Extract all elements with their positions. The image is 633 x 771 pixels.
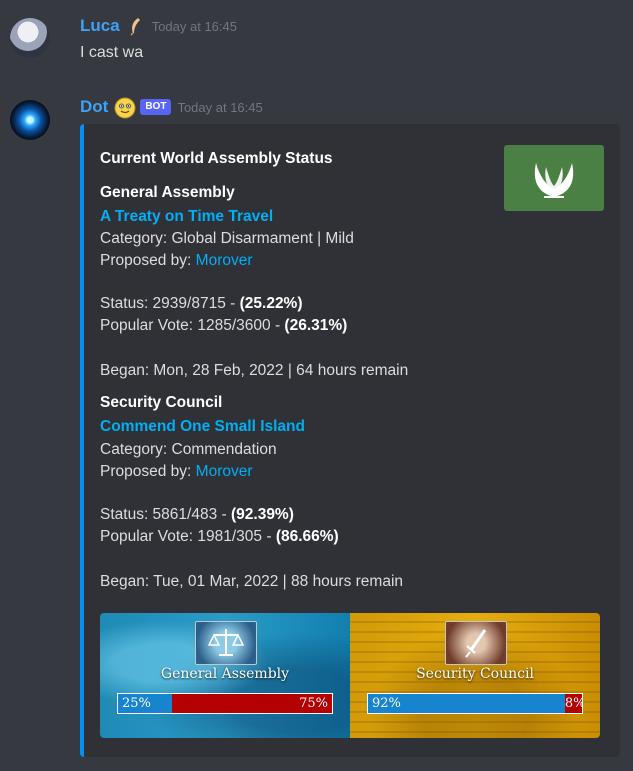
- popular-pct: (86.66%): [275, 528, 339, 545]
- status-label: Status: 5861/483 -: [100, 506, 231, 523]
- bot-tag: BOT: [140, 99, 172, 115]
- proposed-label: Proposed by:: [100, 463, 196, 480]
- ga-proposed-by: Proposed by: Morover: [100, 252, 253, 270]
- status-pct: (25.22%): [239, 295, 303, 312]
- sc-proposer-link[interactable]: Morover: [196, 463, 253, 480]
- sc-against-segment: 8%: [564, 694, 582, 713]
- proposed-label: Proposed by:: [100, 252, 196, 269]
- popular-pct: (26.31%): [284, 317, 348, 334]
- username[interactable]: Dot: [80, 97, 108, 117]
- ga-for-segment: 25%: [118, 694, 172, 713]
- message-content: I cast wa: [80, 44, 144, 61]
- avatar-dot[interactable]: [10, 100, 50, 140]
- world-assembly-laurel-icon[interactable]: [504, 145, 604, 211]
- embed: Current World Assembly Status General As…: [80, 124, 620, 757]
- sc-banner-label: Security Council: [416, 666, 534, 682]
- avatar-luca[interactable]: [10, 18, 50, 58]
- popular-label: Popular Vote: 1285/3600 -: [100, 317, 285, 334]
- status-pct: (92.39%): [230, 506, 294, 523]
- sword-icon: [445, 621, 507, 665]
- sc-resolution-link[interactable]: Commend One Small Island: [100, 418, 305, 436]
- username[interactable]: Luca: [80, 16, 120, 36]
- vote-banner-image[interactable]: General Assembly Security Council 25% 75…: [100, 613, 600, 738]
- sc-for-segment: 92%: [368, 694, 565, 713]
- ga-popular-vote: Popular Vote: 1285/3600 - (26.31%): [100, 317, 347, 335]
- sc-heading: Security Council: [100, 394, 223, 411]
- sc-popular-vote: Popular Vote: 1981/305 - (86.66%): [100, 528, 339, 546]
- sc-vote-bar: 92% 8%: [367, 693, 583, 714]
- message-header: Dot BOT Today at 16:45: [80, 97, 263, 119]
- ga-heading: General Assembly: [100, 184, 235, 201]
- scales-of-justice-icon: [195, 621, 257, 665]
- ga-status: Status: 2939/8715 - (25.22%): [100, 295, 303, 313]
- sc-began: Began: Tue, 01 Mar, 2022 | 88 hours rema…: [100, 573, 404, 590]
- smiling-emoji-icon: [114, 97, 136, 119]
- ga-began: Began: Mon, 28 Feb, 2022 | 64 hours rema…: [100, 362, 409, 379]
- message-header: Luca Today at 16:45: [80, 16, 237, 36]
- status-label: Status: 2939/8715 -: [100, 295, 240, 312]
- ga-category: Category: Global Disarmament | Mild: [100, 230, 354, 247]
- ga-proposer-link[interactable]: Morover: [196, 252, 253, 269]
- feather-icon: [126, 16, 146, 36]
- sc-category: Category: Commendation: [100, 441, 277, 458]
- popular-label: Popular Vote: 1981/305 -: [100, 528, 276, 545]
- sc-status: Status: 5861/483 - (92.39%): [100, 506, 294, 524]
- sc-proposed-by: Proposed by: Morover: [100, 463, 253, 481]
- timestamp[interactable]: Today at 16:45: [152, 19, 237, 34]
- ga-resolution-link[interactable]: A Treaty on Time Travel: [100, 208, 273, 226]
- embed-title: Current World Assembly Status: [100, 150, 333, 167]
- ga-banner-label: General Assembly: [160, 666, 290, 682]
- ga-vote-bar: 25% 75%: [117, 693, 333, 714]
- timestamp[interactable]: Today at 16:45: [177, 100, 262, 115]
- ga-against-segment: 75%: [171, 694, 332, 713]
